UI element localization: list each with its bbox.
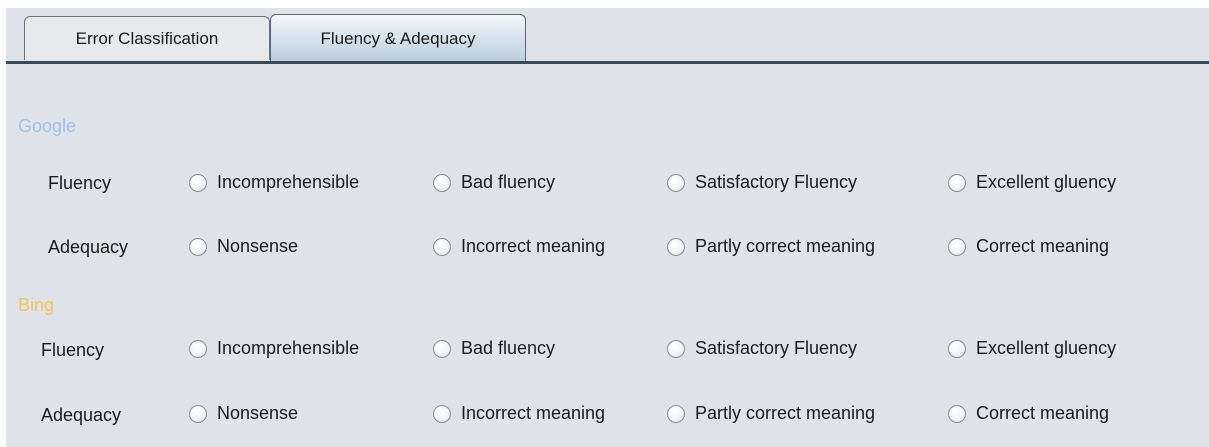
radio-button-icon[interactable] [433,404,451,423]
option-label: Excellent gluency [976,338,1117,358]
google-adequacy-option-partly-correct[interactable]: Partly correct meaning [667,236,875,257]
option-label: Satisfactory Fluency [695,172,858,192]
radio-button-icon[interactable] [433,237,451,256]
google-adequacy-option-nonsense[interactable]: Nonsense [189,236,298,257]
google-fluency-option-incomprehensible[interactable]: Incomprehensible [189,172,359,193]
bing-adequacy-option-correct[interactable]: Correct meaning [948,403,1109,424]
bing-fluency-label: Fluency [41,340,105,360]
bing-fluency-option-bad-fluency[interactable]: Bad fluency [433,338,555,359]
tabbed-panel: Error Classification Fluency & Adequacy … [6,8,1209,447]
radio-button-icon[interactable] [948,173,966,192]
option-label: Correct meaning [976,403,1110,423]
google-fluency-option-satisfactory[interactable]: Satisfactory Fluency [667,172,857,193]
tab-error-classification[interactable]: Error Classification [24,16,270,60]
google-adequacy-option-correct[interactable]: Correct meaning [948,236,1109,257]
radio-button-icon[interactable] [189,404,207,423]
option-label: Incomprehensible [217,338,360,358]
section-title-google: Google [18,116,77,136]
bing-adequacy-label: Adequacy [41,405,122,425]
bing-fluency-option-excellent[interactable]: Excellent gluency [948,338,1116,359]
option-label: Incomprehensible [217,172,360,192]
option-label: Partly correct meaning [695,236,876,256]
google-adequacy-option-incorrect[interactable]: Incorrect meaning [433,236,605,257]
bing-adequacy-option-incorrect[interactable]: Incorrect meaning [433,403,605,424]
radio-button-icon[interactable] [948,237,966,256]
google-fluency-option-bad-fluency[interactable]: Bad fluency [433,172,555,193]
option-label: Satisfactory Fluency [695,338,858,358]
google-adequacy-label: Adequacy [48,237,129,257]
bing-fluency-option-satisfactory[interactable]: Satisfactory Fluency [667,338,857,359]
tab-label: Fluency & Adequacy [320,28,476,48]
tab-label: Error Classification [75,28,219,48]
radio-button-icon[interactable] [189,173,207,192]
google-fluency-option-excellent[interactable]: Excellent gluency [948,172,1116,193]
option-label: Partly correct meaning [695,403,876,423]
google-fluency-label: Fluency [48,173,112,193]
option-label: Bad fluency [461,172,556,192]
radio-button-icon[interactable] [667,173,685,192]
radio-button-icon[interactable] [433,173,451,192]
tab-fluency-adequacy[interactable]: Fluency & Adequacy [270,14,526,62]
tab-bar: Error Classification Fluency & Adequacy [6,8,1209,64]
bing-fluency-option-incomprehensible[interactable]: Incomprehensible [189,338,359,359]
option-label: Incorrect meaning [461,403,606,423]
bing-adequacy-option-nonsense[interactable]: Nonsense [189,403,298,424]
option-label: Nonsense [217,236,299,256]
option-label: Excellent gluency [976,172,1117,192]
radio-button-icon[interactable] [667,339,685,358]
option-label: Bad fluency [461,338,556,358]
radio-button-icon[interactable] [433,339,451,358]
radio-button-icon[interactable] [667,404,685,423]
section-title-bing: Bing [18,295,55,315]
option-label: Incorrect meaning [461,236,606,256]
radio-button-icon[interactable] [667,237,685,256]
radio-button-icon[interactable] [189,339,207,358]
radio-button-icon[interactable] [189,237,207,256]
tab-divider [6,61,1209,64]
radio-button-icon[interactable] [948,404,966,423]
radio-button-icon[interactable] [948,339,966,358]
bing-adequacy-option-partly-correct[interactable]: Partly correct meaning [667,403,875,424]
option-label: Nonsense [217,403,299,423]
option-label: Correct meaning [976,236,1110,256]
